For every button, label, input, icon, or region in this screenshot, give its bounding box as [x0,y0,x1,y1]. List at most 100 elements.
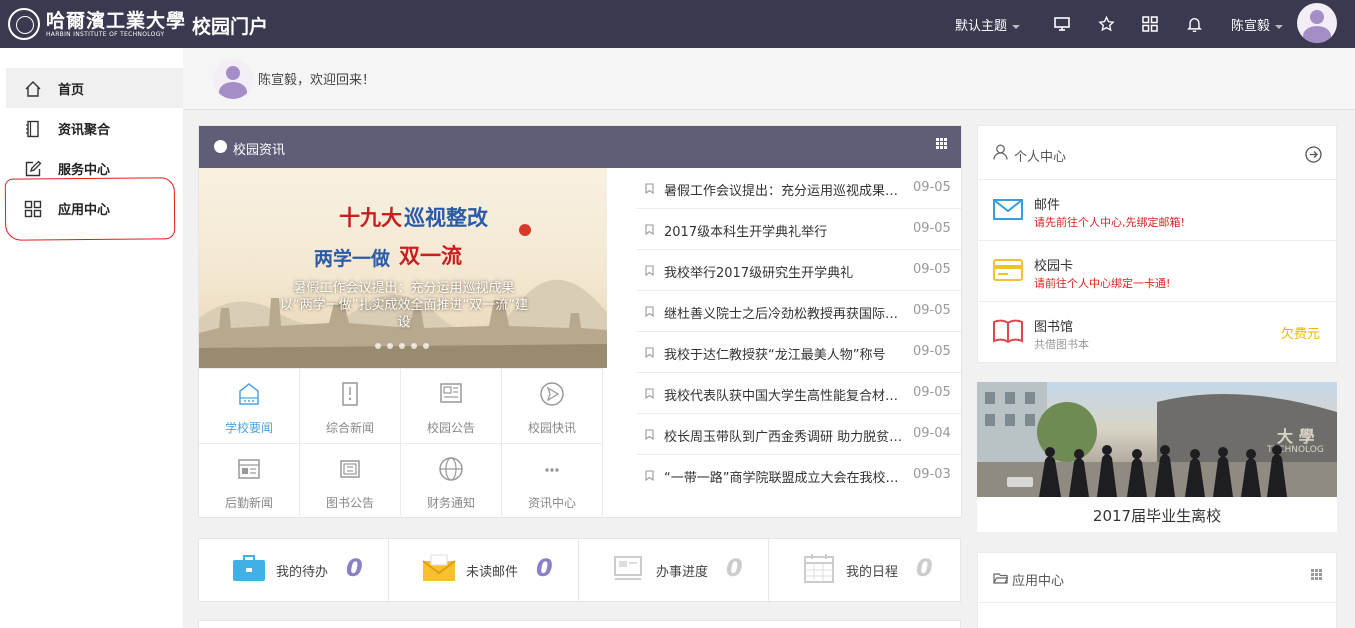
book-icon [993,319,1023,344]
news-list-item[interactable]: 继杜善义院士之后冷劲松教授再获国际复合材料学会世界会士 09-05 [636,291,961,332]
university-logo[interactable]: 哈爾濱工業大學 HARBIN INSTITUTE OF TECHNOLOGY [8,6,185,42]
books-icon [340,460,360,478]
category-label: 学校要闻 [224,421,273,435]
news-globe-icon [214,140,227,153]
personal-item-campus-card[interactable]: 校园卡 请前往个人中心绑定一卡通! [978,241,1336,302]
quick-stats-bar: 我的待办 0 未读邮件 0 办事进度 0 我的日程 0 [198,538,961,602]
bookmark-icon [645,429,654,440]
theme-label: 默认主题 [955,19,1008,34]
red-highlight-annotation [4,177,176,241]
edit-icon [25,160,42,177]
personal-item-name: 校园卡 [1034,259,1074,274]
welcome-message: 陈宣毅，欢迎回来！ [258,73,376,88]
sidebar: 首页 资讯聚合 服务中心 应用中心 [0,48,183,628]
top-bar: 哈爾濱工業大學 HARBIN INSTITUTE OF TECHNOLOGY 校… [0,0,1355,48]
star-icon[interactable] [1096,14,1116,34]
arrow-right-circle-icon[interactable] [1305,146,1322,163]
personal-item-library[interactable]: 图书馆 共借图书本 欠费元 [978,302,1336,363]
photo-caption: 2017届毕业生离校 [1092,507,1222,525]
stat-todo[interactable]: 我的待办 0 [199,539,389,601]
banner-text: 巡视整改 [404,206,488,230]
svg-text:大 學: 大 學 [1277,427,1315,446]
category-general-news[interactable]: 综合新闻 [300,368,401,443]
news-list-item[interactable]: 2017级本科生开学典礼举行 09-05 [636,209,961,250]
stat-value: 0 [536,554,553,582]
sidebar-item-news-aggregation[interactable]: 资讯聚合 [6,108,183,148]
news-date: 09-05 [913,303,951,318]
personal-item-name: 邮件 [1034,198,1061,213]
carousel-dots[interactable] [375,343,429,349]
home-icon [25,81,41,97]
chevron-down-icon [1012,24,1021,29]
avatar-body-shape [1303,26,1331,43]
news-banner[interactable]: 十九大 巡视整改 两学一做 双一流 暑假工作会议提出：充分运用巡视成果以“两学一… [199,168,607,368]
notebook-icon [26,120,39,138]
news-date: 09-04 [913,426,951,441]
news-categories: 学校要闻 综合新闻 校园公告 校园快讯 后勤新闻 图书公告 财务通知 资讯中心 [199,368,605,518]
stat-schedule[interactable]: 我的日程 0 [769,539,959,601]
bookmark-icon [645,347,654,358]
banner-text: 两学一做 [314,248,391,270]
category-campus-notice[interactable]: 校园公告 [401,368,502,443]
bookmark-icon [645,388,654,399]
progress-icon [614,556,642,580]
news-date: 09-05 [913,221,951,236]
avatar [213,59,253,99]
user-menu[interactable]: 陈宣毅 [1231,15,1284,34]
sidebar-item-label: 资讯聚合 [58,123,111,138]
stat-progress[interactable]: 办事进度 0 [579,539,769,601]
stat-label: 未读邮件 [466,565,519,580]
news-list-item[interactable]: “一带一路”商学院联盟成立大会在我校召开 09-03 [636,455,961,496]
bookmark-icon [645,265,654,276]
category-label: 财务通知 [426,496,475,510]
sidebar-item-home[interactable]: 首页 [6,68,183,108]
panel-header: 校园资讯 [199,126,961,168]
grid-menu-icon[interactable] [936,138,947,149]
app-center-panel: 应用中心 [977,552,1337,628]
red-sun-shape [519,224,531,236]
grid-menu-icon[interactable] [1311,569,1322,580]
stat-value: 0 [346,554,363,582]
personal-item-mail[interactable]: 邮件 请先前往个人中心,先绑定邮箱! [978,180,1336,241]
stat-label: 办事进度 [656,565,709,580]
category-campus-flash[interactable]: 校园快讯 [502,368,603,443]
news-list-item[interactable]: 暑假工作会议提出：充分运用巡视成果以“两学一做”扎实成效全面推进 09-05 [636,168,961,209]
theme-dropdown[interactable]: 默认主题 [955,15,1021,34]
news-list-item[interactable]: 校长周玉带队到广西金秀调研 助力脱贫攻坚 09-04 [636,414,961,455]
lower-panel [198,620,961,628]
news-title: 我校于达仁教授获“龙江最美人物”称号 [664,348,886,363]
news-list-item[interactable]: 我校举行2017级研究生开学典礼 09-05 [636,250,961,291]
avatar-head-shape [1310,10,1324,24]
news-title: 2017级本科生开学典礼举行 [664,225,828,240]
category-library-notice[interactable]: 图书公告 [300,443,401,518]
chevron-down-icon [1275,24,1284,29]
news-list-item[interactable]: 我校代表队获中国大学生高性能复合材料大赛冠军 09-05 [636,373,961,414]
stat-value: 0 [916,554,933,582]
welcome-bar: 陈宣毅，欢迎回来！ [183,48,1355,110]
category-news-center[interactable]: 资讯中心 [502,443,603,518]
banner-text: 双一流 [399,244,462,268]
graduation-photo-card[interactable]: 大 學 TECHNOLOG 2017届毕业生离校 [977,382,1337,532]
monitor-icon[interactable] [1052,14,1072,34]
news-date: 09-05 [913,385,951,400]
avatar-body-shape [219,82,247,99]
more-icon [545,468,559,472]
bookmark-icon [645,183,654,194]
bookmark-icon [645,306,654,317]
stat-unread-mail[interactable]: 未读邮件 0 [389,539,579,601]
category-school-news[interactable]: 学校要闻 [199,368,300,443]
bookmark-icon [645,470,654,481]
news-list-item[interactable]: 我校于达仁教授获“龙江最美人物”称号 09-05 [636,332,961,373]
category-logistics-news[interactable]: 后勤新闻 [199,443,300,518]
personal-item-note: 请先前往个人中心,先绑定邮箱! [1034,216,1185,229]
bell-icon[interactable] [1184,14,1204,34]
news-title: 校长周玉带队到广西金秀调研 助力脱贫攻坚 [664,430,904,445]
category-finance-notice[interactable]: 财务通知 [401,443,502,518]
panel-title: 个人中心 [1014,150,1067,165]
avatar[interactable] [1297,3,1337,43]
notice-icon [440,383,462,403]
library-fine: 欠费元 [1280,327,1320,342]
username-label: 陈宣毅 [1231,19,1271,34]
grid-icon[interactable] [1140,14,1160,34]
panel-title: 校园资讯 [233,143,286,158]
